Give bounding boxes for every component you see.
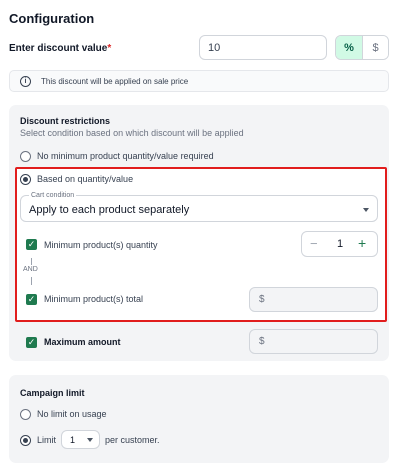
option-based-label: Based on quantity/value xyxy=(37,174,134,184)
info-banner: i This discount will be applied on sale … xyxy=(9,70,389,92)
check-icon: ✓ xyxy=(27,239,36,249)
limit-select[interactable]: 1 xyxy=(61,430,100,449)
plus-icon: + xyxy=(358,235,367,251)
option-limit-label: Limit xyxy=(37,435,57,445)
option-no-limit-label: No limit on usage xyxy=(37,409,107,419)
min-total-prefix: $ xyxy=(259,294,265,305)
info-icon-glyph: i xyxy=(24,78,27,85)
minus-icon: − xyxy=(310,236,318,251)
min-total-label: Minimum product(s) total xyxy=(44,294,144,304)
dollar-icon: $ xyxy=(372,41,379,54)
min-total-checkbox[interactable]: ✓ xyxy=(26,294,37,305)
cart-condition-value: Apply to each product separately xyxy=(29,204,190,216)
check-icon: ✓ xyxy=(27,337,36,347)
discount-value-label: Enter discount value* xyxy=(9,43,111,54)
discount-value-text: 10 xyxy=(208,42,221,54)
restrictions-title: Discount restrictions xyxy=(20,116,111,126)
page-title: Configuration xyxy=(9,11,95,26)
dollar-button[interactable]: $ xyxy=(362,36,388,59)
discount-value-input[interactable]: 10 xyxy=(199,35,327,60)
chevron-down-icon xyxy=(87,438,93,442)
max-amount-input[interactable]: $ xyxy=(249,329,378,354)
restrictions-subtitle: Select condition based on which discount… xyxy=(20,128,244,138)
option-no-minimum-label: No minimum product quantity/value requir… xyxy=(37,151,214,161)
min-qty-stepper[interactable]: − 1 + xyxy=(301,231,378,257)
min-qty-label: Minimum product(s) quantity xyxy=(44,240,158,250)
and-connector-bottom xyxy=(31,277,32,285)
discount-type-toggle: % $ xyxy=(335,35,389,60)
min-qty-value: 1 xyxy=(337,238,344,250)
info-text: This discount will be applied on sale pr… xyxy=(41,77,189,86)
max-amount-checkbox[interactable]: ✓ xyxy=(26,337,37,348)
limit-value: 1 xyxy=(70,435,76,445)
percent-button[interactable]: % xyxy=(336,36,362,59)
radio-no-minimum[interactable] xyxy=(20,151,31,162)
campaign-title: Campaign limit xyxy=(20,388,85,398)
cart-condition-label: Cart condition xyxy=(29,192,77,199)
per-customer-label: per customer. xyxy=(105,435,160,445)
cart-condition-select[interactable]: Cart condition Apply to each product sep… xyxy=(20,192,378,222)
info-icon: i xyxy=(20,76,31,87)
radio-based-on-quantity[interactable] xyxy=(20,174,31,185)
check-icon: ✓ xyxy=(27,294,36,304)
and-label: AND xyxy=(23,266,38,273)
min-qty-checkbox[interactable]: ✓ xyxy=(26,239,37,250)
plus-button[interactable]: + xyxy=(358,235,366,251)
discount-value-label-text: Enter discount value xyxy=(9,43,108,54)
radio-limit[interactable] xyxy=(20,435,31,446)
required-mark: * xyxy=(107,43,112,54)
percent-icon: % xyxy=(344,41,354,54)
chevron-down-icon xyxy=(363,208,369,212)
and-connector-top xyxy=(31,258,32,265)
max-amount-prefix: $ xyxy=(259,336,265,347)
minus-button[interactable]: − xyxy=(310,236,318,251)
radio-no-limit[interactable] xyxy=(20,409,31,420)
max-amount-label: Maximum amount xyxy=(44,337,121,347)
min-total-input[interactable]: $ xyxy=(249,287,378,312)
